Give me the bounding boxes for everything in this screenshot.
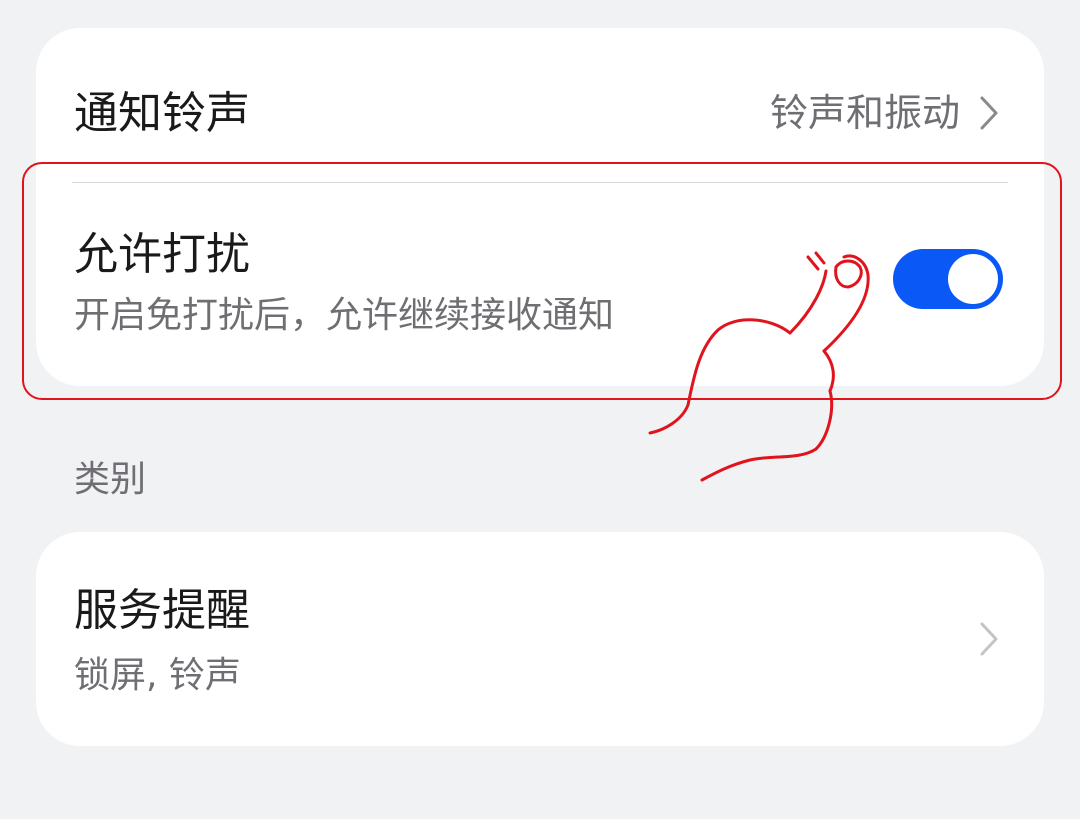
chevron-right-icon [980,622,998,656]
toggle-knob [948,254,998,304]
notification-sound-row[interactable]: 通知铃声 铃声和振动 [36,28,1044,182]
allow-interrupt-title: 允许打扰 [74,229,250,280]
settings-card-bottom: 服务提醒 锁屏, 铃声 [36,532,1044,746]
settings-card-top: 通知铃声 铃声和振动 允许打扰 开启免打扰后，允许继续接收通知 [36,28,1044,386]
notification-sound-title: 通知铃声 [74,88,250,139]
service-reminder-title: 服务提醒 [74,585,250,636]
chevron-right-icon [980,96,998,130]
service-reminder-row[interactable]: 服务提醒 锁屏, 铃声 [36,532,1044,746]
allow-interrupt-subtitle: 开启免打扰后，允许继续接收通知 [74,295,615,336]
notification-sound-value: 铃声和振动 [769,91,960,135]
category-section-header: 类别 [74,459,147,500]
allow-interrupt-toggle[interactable] [893,249,1003,309]
service-reminder-subtitle: 锁屏, 铃声 [74,655,241,696]
